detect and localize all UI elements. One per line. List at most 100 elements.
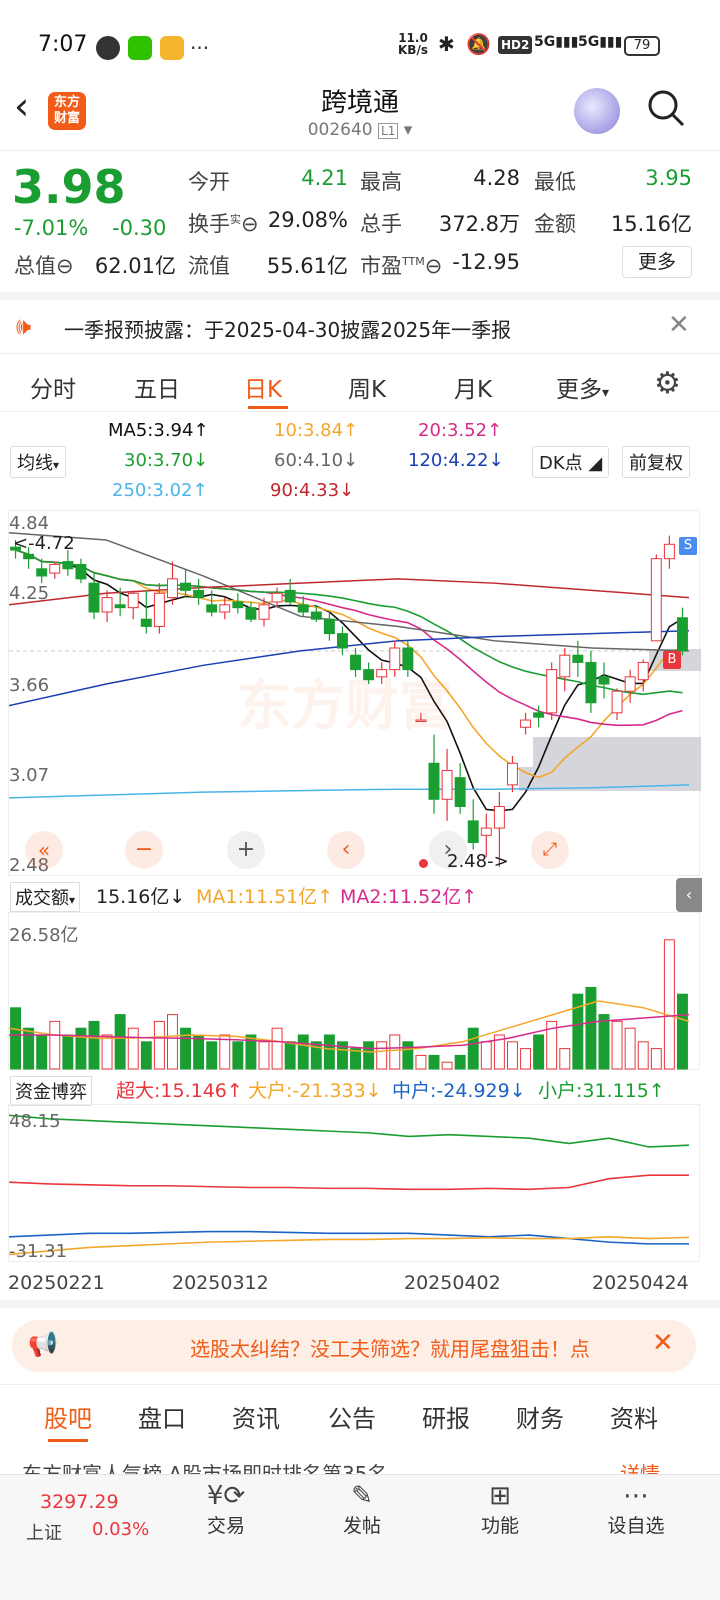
- ad-close-icon[interactable]: ✕: [652, 1328, 674, 1358]
- volume-bar: [88, 1020, 100, 1070]
- candle-body: [206, 604, 218, 613]
- more-button[interactable]: 更多: [622, 246, 692, 278]
- candle-body: [323, 618, 335, 635]
- candle-body: [140, 618, 152, 627]
- zoom-in-icon[interactable]: +: [227, 831, 265, 869]
- volume-bar: [663, 939, 675, 1070]
- volume-bar: [467, 1027, 479, 1070]
- date-1: 20250221: [8, 1272, 105, 1294]
- date-2: 20250312: [172, 1272, 269, 1294]
- turnover-label: 换手实⊖: [188, 212, 259, 236]
- adjust-button[interactable]: 前复权: [622, 446, 690, 478]
- news-strip[interactable]: 东方财富人气榜 A股市场即时排名第35名 详情: [0, 1450, 720, 1474]
- tab-caiwu[interactable]: 财务: [516, 1399, 564, 1434]
- volume-bar: [441, 1061, 453, 1070]
- volume-current: 15.16亿↓: [96, 886, 186, 908]
- candle-body: [467, 820, 479, 844]
- prev-icon[interactable]: ‹: [327, 831, 365, 869]
- volume-max-label: 26.58亿: [9, 925, 79, 946]
- date-4: 20250424: [592, 1272, 689, 1294]
- change-percent: -7.01%: [14, 216, 89, 240]
- low-value: 3.95: [645, 166, 692, 190]
- float-cap-label: 流值: [188, 254, 230, 278]
- volume-selector[interactable]: 成交额▾: [10, 882, 81, 912]
- tab-yanbao[interactable]: 研报: [422, 1399, 470, 1434]
- news-text: 东方财富人气榜 A股市场即时排名第35名: [22, 1462, 388, 1474]
- high-value: 4.28: [473, 166, 520, 190]
- candle-body: [336, 633, 348, 649]
- candle-body: [23, 553, 35, 560]
- settings-gear-icon[interactable]: ⚙: [654, 366, 681, 401]
- fund-large: 大户:-21.333↓: [248, 1080, 382, 1102]
- guba-indicator: [48, 1439, 88, 1442]
- notice-text: 一季报预披露：于2025-04-30披露2025年一季报: [64, 318, 512, 342]
- tab-fenshi[interactable]: 分时: [30, 370, 76, 404]
- candle-body: [454, 777, 466, 807]
- nav-watchlist[interactable]: ⋯ 设自选: [586, 1481, 686, 1538]
- volume-bar: [180, 1027, 192, 1070]
- signal-s-badge: S: [679, 537, 697, 555]
- news-detail[interactable]: 详情: [620, 1458, 660, 1474]
- fund-medium: 中户:-24.929↓: [392, 1080, 526, 1102]
- open-label: 今开: [188, 170, 230, 194]
- rewind-fast-icon[interactable]: «: [25, 831, 63, 869]
- nav-functions[interactable]: ⊞ 功能: [450, 1481, 550, 1538]
- close-icon[interactable]: ✕: [668, 310, 690, 340]
- header: ‹ 东方 财富 跨境通 002640 L1 ▾: [0, 70, 720, 150]
- watermark: 东方财富: [237, 674, 453, 737]
- volume-bar: [36, 1034, 48, 1070]
- candle-body: [572, 654, 584, 663]
- candle-body: [101, 597, 113, 613]
- volume-bar: [271, 1027, 283, 1070]
- candle-body: [493, 805, 505, 829]
- date-3: 20250402: [404, 1272, 501, 1294]
- hd-badge: HD2: [498, 36, 533, 54]
- zoom-out-icon[interactable]: −: [125, 831, 163, 869]
- battery-icon: 79: [624, 36, 660, 56]
- tab-yuek[interactable]: 月K: [454, 370, 492, 404]
- candle-body: [663, 543, 675, 560]
- nav-trade[interactable]: ¥⟳ 交易: [176, 1481, 276, 1538]
- volume-bar: [520, 1048, 532, 1070]
- next-icon[interactable]: ›: [429, 831, 467, 869]
- nav-post[interactable]: ✎ 发帖: [312, 1481, 412, 1538]
- candle-body: [676, 617, 688, 652]
- ad-banner[interactable]: 📢 选股太纠结？没工夫筛选？就用尾盘狙击！点 ✕: [12, 1320, 696, 1372]
- fund-chart: 48.15 -31.31: [8, 1104, 700, 1262]
- fullscreen-icon[interactable]: ⤢: [531, 831, 569, 869]
- candle-body: [114, 604, 126, 609]
- y-label-1: 4.84: [9, 513, 50, 534]
- dk-point-button[interactable]: DK点 ◢: [532, 446, 610, 478]
- total-cap-value: 62.01亿: [94, 254, 176, 278]
- total-cap-label: 总值⊖: [14, 254, 74, 278]
- speaker-icon: 🕪: [16, 312, 32, 340]
- tab-pankou[interactable]: 盘口: [138, 1399, 186, 1434]
- ma-selector[interactable]: 均线▾: [10, 446, 67, 478]
- collapse-panel-icon[interactable]: ‹: [676, 878, 702, 912]
- volume-header: 成交额▾ 15.16亿↓ MA1:11.51亿↑ MA2:11.52亿↑ ‹: [0, 876, 720, 912]
- volume-bar: [428, 1054, 440, 1070]
- kline-chart[interactable]: 东方财富 4.84 4.25 3.66 3.07 2.48 <-4.72 2.4…: [8, 510, 703, 876]
- tab-ziliao[interactable]: 资料: [610, 1399, 658, 1434]
- search-icon[interactable]: [646, 88, 686, 128]
- volume-bar: [389, 1034, 401, 1070]
- fund-selector[interactable]: 资金博弈: [10, 1076, 92, 1106]
- volume-bar: [101, 1034, 113, 1070]
- tab-rik[interactable]: 日K: [244, 370, 282, 404]
- tab-gonggao[interactable]: 公告: [328, 1399, 376, 1434]
- candle-body: [650, 558, 662, 642]
- tab-more[interactable]: 更多▾: [556, 370, 609, 404]
- tab-zhouk[interactable]: 周K: [348, 370, 386, 404]
- functions-grid-icon: ⊞: [489, 1481, 511, 1511]
- tab-wuri[interactable]: 五日: [134, 370, 180, 404]
- signal-5g-icon-2: 5G▮▮▮: [578, 34, 623, 50]
- signal-5g-icon: 5G▮▮▮: [534, 34, 579, 50]
- notice-bar[interactable]: 🕪 一季报预披露：于2025-04-30披露2025年一季报 ✕: [0, 292, 720, 354]
- robot-assistant-icon[interactable]: [574, 88, 620, 134]
- support-zone-1: [533, 737, 701, 767]
- tab-guba[interactable]: 股吧: [44, 1399, 92, 1434]
- volume-bar: [62, 1034, 74, 1070]
- current-price: 3.98: [12, 160, 126, 214]
- ma60-label: 60:4.10↓: [274, 450, 359, 471]
- tab-zixun[interactable]: 资讯: [232, 1399, 280, 1434]
